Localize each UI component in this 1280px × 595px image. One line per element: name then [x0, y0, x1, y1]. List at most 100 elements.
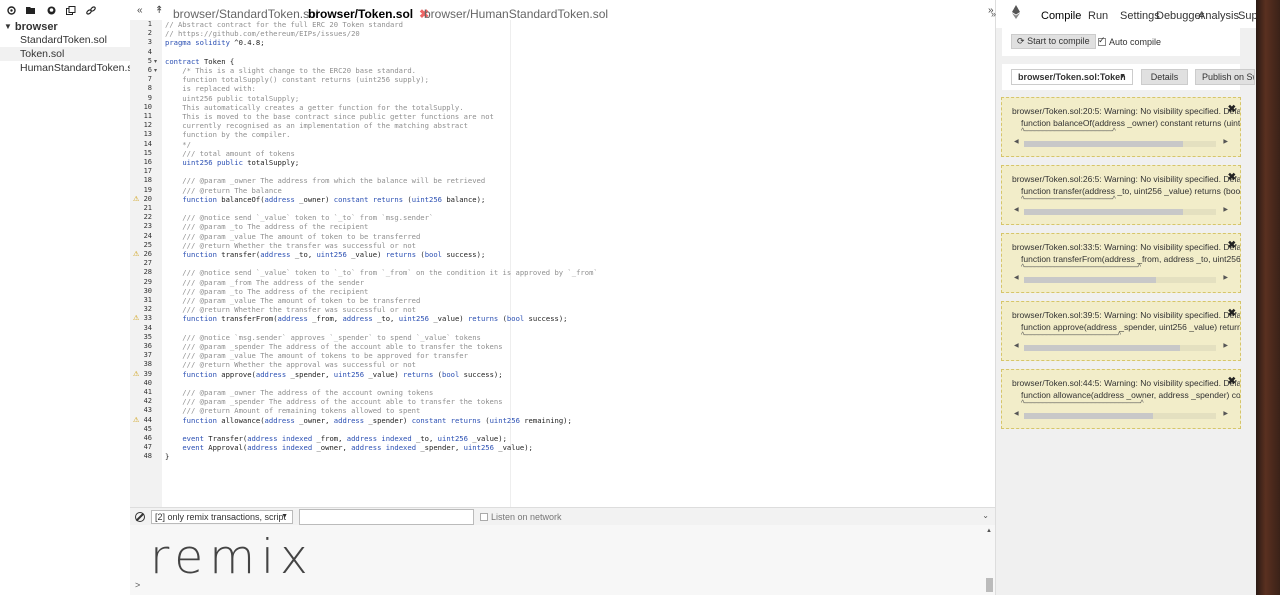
code-line[interactable]: /* This is a slight change to the ERC20 … [165, 66, 416, 75]
warning-scrollbar[interactable]: ◀ ▶ [1014, 206, 1228, 216]
start-compile-button[interactable]: ⟳ Start to compile [1011, 34, 1096, 49]
tree-file[interactable]: Token.sol [0, 47, 130, 61]
warning-icon[interactable]: ⚠ [133, 314, 139, 322]
close-warning-icon[interactable]: ✖ [1228, 240, 1236, 251]
code-line[interactable]: /// @return Whether the transfer was suc… [165, 241, 416, 250]
scroll-up-icon[interactable]: ▲ [986, 528, 992, 534]
code-line[interactable]: /// @param _to The address of the recipi… [165, 287, 368, 296]
code-line[interactable]: event Transfer(address indexed _from, ad… [165, 434, 507, 443]
code-line[interactable]: /// @param _spender The address of the a… [165, 342, 502, 351]
code-line[interactable]: pragma solidity ^0.4.8; [165, 38, 265, 47]
close-warning-icon[interactable]: ✖ [1228, 172, 1236, 183]
scroll-right-icon[interactable]: ▶ [1223, 274, 1228, 281]
copy-files-icon[interactable] [66, 5, 76, 15]
code-line[interactable]: function allowance(address _owner, addre… [165, 416, 572, 425]
scroll-right-icon[interactable]: ▶ [1223, 410, 1228, 417]
auto-compile-toggle[interactable]: Auto compile [1098, 35, 1161, 47]
code-line[interactable]: is replaced with: [165, 84, 256, 93]
open-folder-icon[interactable] [26, 5, 36, 15]
terminal-filter-select[interactable]: [2] only remix transactions, script ▼ [151, 509, 293, 524]
code-line[interactable]: /// @return The balance [165, 186, 282, 195]
details-button[interactable]: Details [1141, 69, 1188, 85]
warning-icon[interactable]: ⚠ [133, 416, 139, 424]
close-warning-icon[interactable]: ✖ [1228, 376, 1236, 387]
code-line[interactable]: } [165, 452, 169, 461]
code-line[interactable]: uint256 public totalSupply; [165, 94, 299, 103]
code-line[interactable]: /// @return Whether the approval was suc… [165, 360, 416, 369]
warning-icon[interactable]: ⚠ [133, 250, 139, 258]
scroll-right-icon[interactable]: ▶ [1223, 206, 1228, 213]
code-line[interactable]: /// @param _owner The address of the acc… [165, 388, 433, 397]
code-line[interactable]: currently recognised as an implementatio… [165, 121, 468, 130]
warning-scrollbar[interactable]: ◀ ▶ [1014, 138, 1228, 148]
auto-compile-checkbox[interactable] [1098, 35, 1106, 46]
warning-icon[interactable]: ⚠ [133, 370, 139, 378]
code-line[interactable]: /// @param _value The amount of tokens t… [165, 351, 468, 360]
code-line[interactable]: /// @notice `msg.sender` approves `_spen… [165, 333, 481, 342]
scroll-left-icon[interactable]: ◀ [1014, 410, 1019, 417]
code-line[interactable]: This is moved to the base contract since… [165, 112, 494, 121]
contract-select[interactable]: browser/Token.sol:Token ▼ [1011, 69, 1133, 85]
scroll-thumb[interactable] [1024, 277, 1156, 283]
code-line[interactable]: */ [165, 140, 191, 149]
warning-scrollbar[interactable]: ◀ ▶ [1014, 342, 1228, 352]
terminal-search-input[interactable] [299, 508, 474, 525]
code-editor[interactable]: // Abstract contract for the full ERC 20… [162, 20, 995, 507]
scroll-left-icon[interactable]: ◀ [1014, 138, 1019, 145]
publish-swarm-button[interactable]: Publish on Swarm [1195, 69, 1255, 85]
tree-folder-browser[interactable]: ▼ browser [0, 20, 130, 33]
tabs-scroll-left-icon[interactable]: « [137, 5, 143, 16]
scroll-thumb[interactable] [1024, 345, 1180, 351]
scroll-thumb[interactable] [1024, 413, 1153, 419]
tree-file[interactable]: HumanStandardToken.sol [0, 61, 141, 75]
scroll-thumb[interactable] [1024, 209, 1183, 215]
code-line[interactable]: /// @param _to The address of the recipi… [165, 222, 368, 231]
code-line[interactable]: /// @param _spender The address of the a… [165, 397, 502, 406]
code-line[interactable]: /// @notice send `_value` token to `_to`… [165, 268, 597, 277]
scroll-left-icon[interactable]: ◀ [1014, 206, 1019, 213]
tab-compile[interactable]: Compile [1041, 10, 1081, 22]
code-line[interactable]: /// @return Whether the transfer was suc… [165, 305, 416, 314]
code-line[interactable]: /// @return Amount of remaining tokens a… [165, 406, 420, 415]
fold-arrow-icon[interactable]: ▾ [154, 58, 157, 65]
code-line[interactable]: function transfer(address _to, uint256 _… [165, 250, 485, 259]
tab-run[interactable]: Run [1088, 10, 1108, 22]
close-warning-icon[interactable]: ✖ [1228, 308, 1236, 319]
code-line[interactable]: /// total amount of tokens [165, 149, 295, 158]
code-line[interactable]: /// @notice send `_value` token to `_to`… [165, 213, 433, 222]
scroll-right-icon[interactable]: ▶ [1223, 138, 1228, 145]
listen-checkbox[interactable] [480, 512, 488, 521]
tab-human-standard-token[interactable]: browser/HumanStandardToken.sol [424, 7, 608, 21]
code-line[interactable]: /// @param _value The amount of token to… [165, 296, 420, 305]
tab-analysis[interactable]: Analysis [1198, 10, 1239, 22]
hide-panel-icon[interactable]: » [991, 9, 996, 19]
link-icon[interactable] [86, 5, 96, 15]
tree-file[interactable]: StandardToken.sol [0, 33, 130, 47]
code-line[interactable]: function by the compiler. [165, 130, 290, 139]
code-line[interactable]: /// @param _owner The address from which… [165, 176, 485, 185]
terminal-prompt[interactable]: > [135, 580, 140, 590]
code-line[interactable]: event Approval(address indexed _owner, a… [165, 443, 533, 452]
code-line[interactable]: // Abstract contract for the full ERC 20… [165, 20, 403, 29]
tab-token[interactable]: browser/Token.sol ✖ [308, 7, 429, 21]
warning-scrollbar[interactable]: ◀ ▶ [1014, 274, 1228, 284]
code-line[interactable]: function balanceOf(address _owner) const… [165, 195, 485, 204]
warning-icon[interactable]: ⚠ [133, 195, 139, 203]
scroll-left-icon[interactable]: ◀ [1014, 274, 1019, 281]
scroll-right-icon[interactable]: ▶ [1223, 342, 1228, 349]
code-line[interactable]: /// @param _from The address of the send… [165, 278, 364, 287]
code-line[interactable]: This automatically creates a getter func… [165, 103, 463, 112]
tab-standard-token[interactable]: browser/StandardToken.sol [173, 7, 318, 21]
scroll-left-icon[interactable]: ◀ [1014, 342, 1019, 349]
close-warning-icon[interactable]: ✖ [1228, 104, 1236, 115]
code-line[interactable]: function transferFrom(address _from, add… [165, 314, 567, 323]
warning-scrollbar[interactable]: ◀ ▶ [1014, 410, 1228, 420]
code-line[interactable]: function totalSupply() constant returns … [165, 75, 429, 84]
code-line[interactable]: // https://github.com/ethereum/EIPs/issu… [165, 29, 360, 38]
code-line[interactable]: /// @param _value The amount of token to… [165, 232, 420, 241]
code-line[interactable]: uint256 public totalSupply; [165, 158, 299, 167]
listen-network-toggle[interactable]: Listen on network [480, 512, 562, 522]
fold-arrow-icon[interactable]: ▾ [154, 67, 157, 74]
scrollbar-thumb[interactable] [986, 578, 993, 592]
new-file-icon[interactable] [6, 5, 16, 15]
